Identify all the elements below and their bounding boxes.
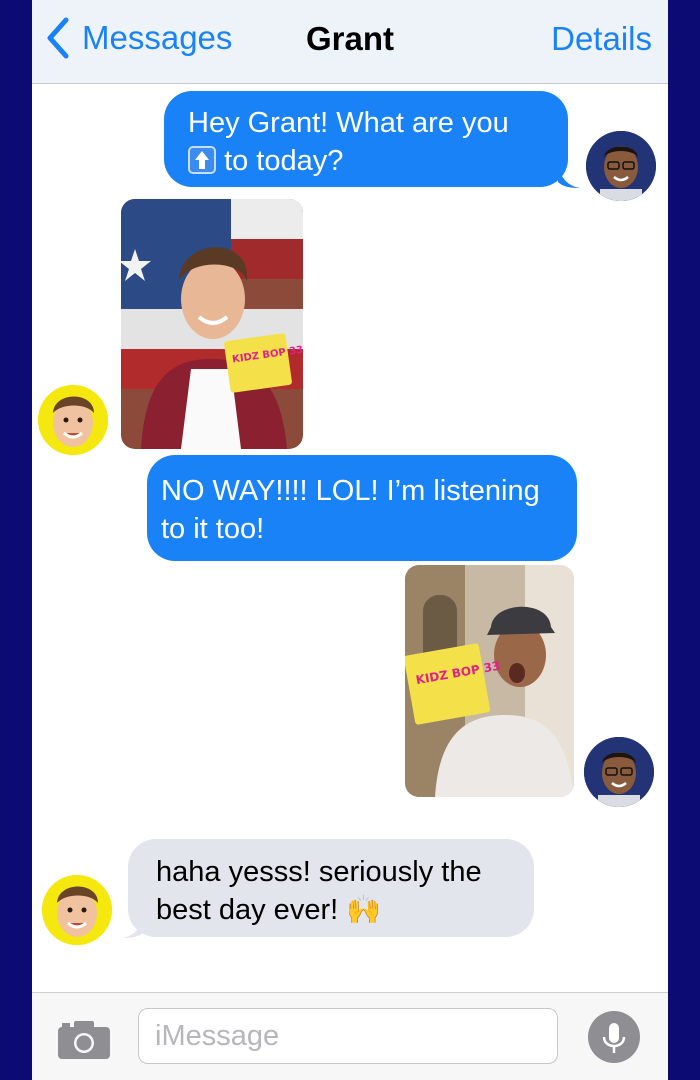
composer-bar: [32, 992, 668, 1080]
details-button[interactable]: Details: [551, 20, 652, 58]
avatar[interactable]: [586, 131, 656, 201]
incoming-photo[interactable]: KIDZ BOP 33: [121, 199, 303, 449]
chevron-left-icon: [47, 17, 69, 59]
navigation-bar: Messages Grant Details: [32, 0, 668, 84]
message-text-line: haha yesss! seriously the: [156, 856, 482, 888]
microphone-icon: [602, 1023, 626, 1053]
message-bubble-incoming[interactable]: haha yesss! seriously the best day ever!…: [128, 839, 534, 937]
avatar[interactable]: [584, 737, 654, 807]
message-text-line: to it too!: [161, 513, 265, 545]
message-text-line: to today?: [224, 145, 344, 177]
message-text-line: NO WAY!!!! LOL! I’m listening: [161, 475, 540, 507]
bubble-tail: [558, 164, 580, 188]
message-text-line: Hey Grant! What are you: [188, 107, 509, 139]
message-bubble-outgoing[interactable]: Hey Grant! What are you to today?: [164, 91, 568, 187]
camera-icon[interactable]: [58, 1019, 110, 1059]
avatar[interactable]: [42, 875, 112, 945]
back-label: Messages: [82, 19, 233, 56]
messages-screen: Messages Grant Details Hey Grant! What a…: [32, 0, 668, 1080]
conversation-title: Grant: [305, 20, 394, 57]
message-text-line: best day ever!: [156, 894, 339, 926]
avatar[interactable]: [38, 385, 108, 455]
outgoing-photo[interactable]: KIDZ BOP 33: [405, 565, 574, 797]
raising-hands-emoji: 🙌: [346, 894, 382, 925]
message-bubble-outgoing[interactable]: NO WAY!!!! LOL! I’m listening to it too!: [147, 455, 577, 561]
back-button[interactable]: Messages: [44, 16, 232, 60]
imessage-input[interactable]: [138, 1008, 558, 1064]
up-arrow-icon: [188, 146, 216, 174]
microphone-button[interactable]: [588, 1011, 640, 1063]
